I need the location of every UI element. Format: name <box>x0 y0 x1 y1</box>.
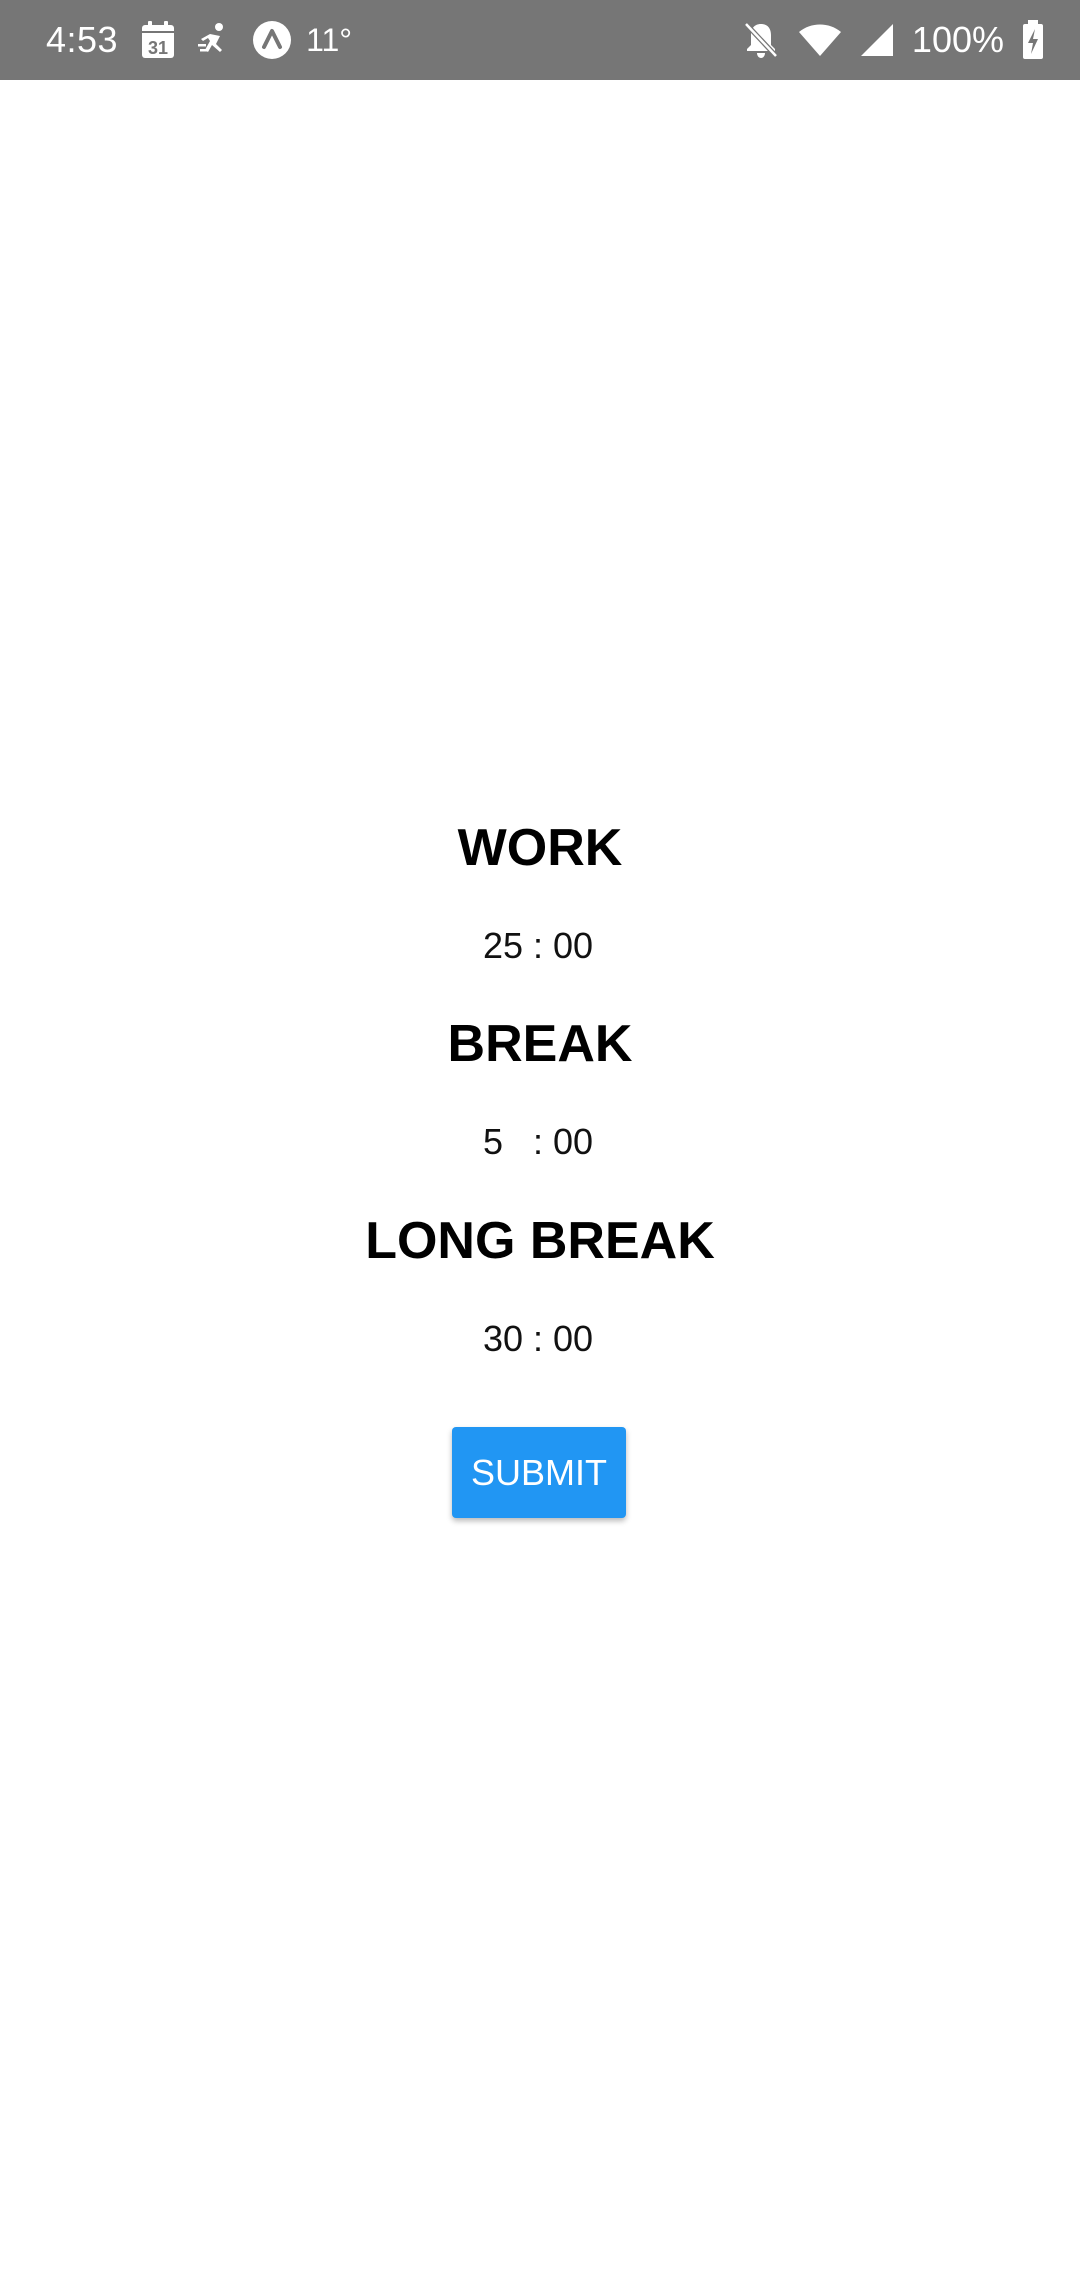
work-minutes-input[interactable] <box>482 925 527 967</box>
long-break-heading: LONG BREAK <box>365 1212 715 1270</box>
long-break-time-row: : <box>0 1318 1080 1360</box>
arc-icon <box>252 20 292 60</box>
wifi-icon <box>798 23 842 57</box>
work-time-row: : <box>0 925 1080 967</box>
break-seconds-input[interactable] <box>553 1121 597 1163</box>
break-minutes-input[interactable] <box>482 1121 527 1163</box>
app-screen: 4:53 31 11° 100% WORK 25: 00 BREAK 5: … <box>0 0 1080 2280</box>
fitness-icon <box>198 22 230 58</box>
break-time-separator: : <box>532 1121 543 1162</box>
long-break-seconds-input[interactable] <box>553 1318 597 1360</box>
timer-settings: WORK : BREAK : LONG BREAK : SUBMIT <box>0 80 1080 2280</box>
status-clock: 4:53 <box>46 19 119 60</box>
status-right: 100% <box>742 0 1044 80</box>
break-heading: BREAK <box>447 1015 633 1073</box>
work-time-separator: : <box>532 925 543 966</box>
work-heading: WORK <box>457 819 623 877</box>
submit-button[interactable]: SUBMIT <box>452 1427 626 1518</box>
battery-charging-icon <box>1022 20 1044 60</box>
status-battery-percent: 100% <box>911 19 1004 60</box>
calendar-icon: 31 <box>140 20 176 60</box>
work-seconds-input[interactable] <box>553 925 597 967</box>
status-left: 4:53 31 11° <box>46 0 352 80</box>
status-bar: 4:53 31 11° 100% <box>0 0 1080 80</box>
calendar-day-text: 31 <box>148 38 168 58</box>
notifications-off-icon <box>742 20 780 60</box>
break-time-row: : <box>0 1121 1080 1163</box>
signal-icon <box>860 23 894 57</box>
long-break-minutes-input[interactable] <box>482 1318 527 1360</box>
long-break-time-separator: : <box>532 1318 543 1359</box>
status-temperature: 11° <box>306 21 353 58</box>
